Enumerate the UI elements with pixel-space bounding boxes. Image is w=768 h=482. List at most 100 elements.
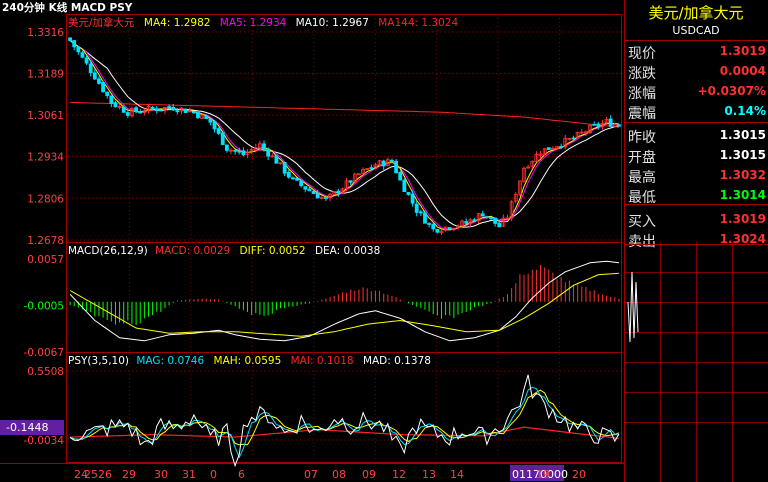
candle-body	[224, 144, 229, 151]
candle-body	[394, 160, 398, 174]
mah-line	[69, 389, 620, 446]
price-tick-label: 1.3061	[27, 110, 64, 122]
quote-separator	[624, 204, 768, 205]
quote-row: 最低 1.3014	[624, 186, 768, 206]
quote-value: 1.3032	[719, 168, 766, 182]
price-tick-label: 1.3316	[27, 27, 64, 39]
candle-body	[489, 217, 493, 220]
price-tick-label: 1.3189	[27, 68, 64, 80]
candle-body	[241, 150, 246, 156]
quote-label: 买入	[628, 214, 656, 230]
quote-value: 1.3015	[719, 148, 766, 162]
quote-label: 最高	[628, 170, 656, 186]
psy-legend-mag: MAG: 0.0746	[136, 355, 204, 367]
candle-body	[121, 106, 126, 113]
candle-body	[274, 155, 279, 164]
quote-row: 涨幅 +0.0307%	[624, 82, 768, 102]
quote-panel: 美元/加拿大元 USDCAD 现价 1.3019 涨跌 0.0004 涨幅 +0.0307…	[624, 0, 768, 482]
candle-body	[101, 82, 105, 93]
macd-tick-label: 0.0057	[27, 254, 64, 266]
candle-body	[348, 180, 353, 183]
candle-body	[233, 149, 238, 152]
candle-body	[212, 121, 217, 130]
x-tick-label: 20	[572, 468, 586, 481]
macd-legend-diff: DIFF: 0.0052	[240, 245, 306, 257]
candle-body	[68, 37, 72, 41]
candle-body	[410, 193, 415, 204]
chart-area[interactable]: 1.3316 1.3189 1.3061 1.2934 1.2806 1.2678 0.00…	[0, 0, 624, 482]
grid-lines	[68, 14, 621, 463]
x-tick-label: 6	[238, 468, 245, 481]
candle-body	[204, 115, 209, 120]
candle-body	[406, 191, 411, 195]
x-tick-label: 31	[182, 468, 196, 481]
psy-legend-name: PSY(3,5,10)	[68, 355, 129, 367]
quote-row: 昨收 1.3015	[624, 126, 768, 146]
x-tick-label: 07	[304, 468, 318, 481]
mai-line	[70, 426, 619, 439]
candle-body	[480, 213, 485, 217]
candle-body	[571, 137, 576, 140]
ma5-line	[69, 40, 619, 231]
x-tick-label: 25	[84, 468, 98, 481]
quote-value: +0.0307%	[697, 84, 766, 98]
candle-body	[497, 222, 502, 228]
candle-body	[324, 197, 328, 199]
quote-row: 最高 1.3032	[624, 166, 768, 186]
candle-body	[307, 188, 312, 192]
candle-body	[220, 132, 225, 145]
candle-body	[97, 78, 101, 84]
candle-body	[390, 159, 394, 162]
candle-body	[472, 219, 477, 222]
candle-body	[125, 112, 130, 116]
candle-body	[608, 118, 613, 127]
price-tick-label: 1.2806	[27, 193, 64, 205]
quote-separator	[624, 244, 768, 245]
x-tick-label: 0	[210, 468, 217, 481]
candle-body	[171, 106, 176, 111]
ma10-line	[69, 40, 619, 228]
candle-body	[369, 167, 374, 170]
ma4-line	[69, 40, 619, 231]
candle-body	[398, 172, 403, 181]
macd-series	[69, 260, 620, 342]
tick-mini-chart	[624, 242, 768, 482]
main-legend-ma10: MA10: 1.2967	[296, 17, 369, 29]
main-legend-ma5: MA5: 1.2934	[220, 17, 287, 29]
x-axis-labels: 2425 26 29 30 31 0 6 07 08 09 12 13 14 0117000019 20	[74, 465, 586, 481]
x-tick-label: 19	[536, 468, 550, 481]
candle-body	[303, 186, 308, 190]
macd-legend-name: MACD(26,12,9)	[68, 245, 148, 257]
candle-body	[311, 190, 316, 194]
candle-body	[167, 106, 172, 109]
macd-legend: MACD(26,12,9) MACD: 0.0029 DIFF: 0.0052 …	[68, 245, 380, 257]
candle-body	[72, 40, 77, 48]
candle-body	[291, 177, 295, 180]
quote-label: 涨跌	[628, 66, 656, 82]
x-tick-label: 30	[154, 468, 168, 481]
mag-line	[69, 386, 620, 459]
candle-body	[559, 146, 564, 148]
candle-body	[315, 192, 320, 199]
candle-body	[76, 46, 81, 53]
x-tick-label: 13	[422, 468, 436, 481]
price-tick-label: 1.2678	[27, 235, 64, 247]
macd-legend-macd: MACD: 0.0029	[155, 245, 230, 257]
candle-body	[113, 102, 118, 108]
candle-body	[423, 212, 427, 224]
candle-body	[381, 160, 386, 167]
quote-value: 0.0004	[719, 64, 766, 78]
candle-body	[617, 124, 621, 127]
candle-body	[183, 108, 188, 114]
macd-legend-dea: DEA: 0.0038	[315, 245, 380, 257]
quote-row: 震幅 0.14%	[624, 102, 768, 122]
psy-series	[69, 374, 620, 468]
candle-body	[109, 95, 114, 104]
quote-row: 开盘 1.3015	[624, 146, 768, 166]
x-tick-label: 14	[450, 468, 464, 481]
candle-body	[435, 228, 440, 233]
candle-body	[175, 110, 180, 113]
psy-tick-label: 0.5508	[27, 366, 64, 378]
window-title: 240分钟 K线 MACD PSY	[2, 1, 133, 14]
candle-body	[262, 143, 266, 150]
